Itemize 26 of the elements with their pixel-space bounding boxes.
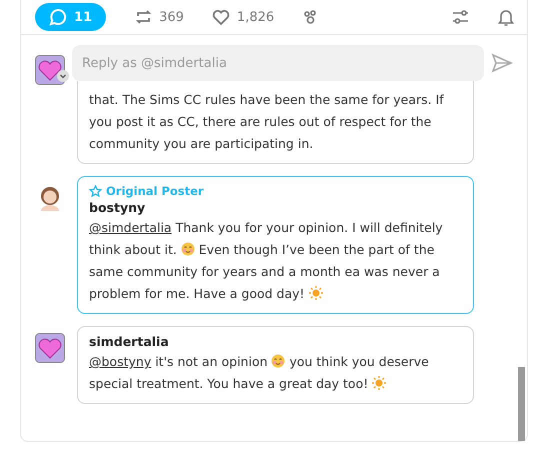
scrollbar-thumb[interactable] xyxy=(518,367,525,441)
heart-avatar xyxy=(35,55,65,85)
comment-author[interactable]: bostyny xyxy=(89,200,463,215)
send-icon[interactable] xyxy=(491,53,513,73)
heart-icon xyxy=(212,8,230,26)
action-button[interactable]: 1,826 xyxy=(212,8,274,26)
mention-link[interactable]: @simdertalia xyxy=(89,220,172,235)
comment-text: @simdertalia Thank you for your opinion. I will definitely think about it. Even though I’ve been the part of the same community for years and a month ea was never a problem for me. Have a good day! xyxy=(89,219,444,303)
badge-label: Original Poster xyxy=(106,184,204,198)
comment-text: that. The Sims CC rules have been the same for years. If you post it as CC, there are rules out of respect for the community you are participating in. xyxy=(89,91,445,153)
reply-field[interactable]: Reply as @simdertalia xyxy=(72,45,484,81)
heart-avatar xyxy=(35,333,65,363)
comment-author[interactable]: simdertalia xyxy=(89,334,463,349)
sun-icon xyxy=(372,376,386,390)
chevron-icon[interactable] xyxy=(57,70,69,82)
action-button[interactable]: 369 xyxy=(134,8,184,26)
smiling-face-icon xyxy=(271,354,286,368)
smiling-face-icon xyxy=(180,242,195,256)
speech-bubble-icon xyxy=(49,8,67,26)
sun-icon xyxy=(308,286,323,300)
repost-icon xyxy=(134,8,152,26)
star-icon xyxy=(89,184,102,198)
comment-text: @bostyny it's not an opinion you think you deserve special treatment. You have a great day too! xyxy=(89,353,430,393)
sliders-icon[interactable] xyxy=(451,8,469,26)
bell-icon[interactable] xyxy=(497,8,515,26)
mention-link[interactable]: @bostyny xyxy=(89,354,152,369)
